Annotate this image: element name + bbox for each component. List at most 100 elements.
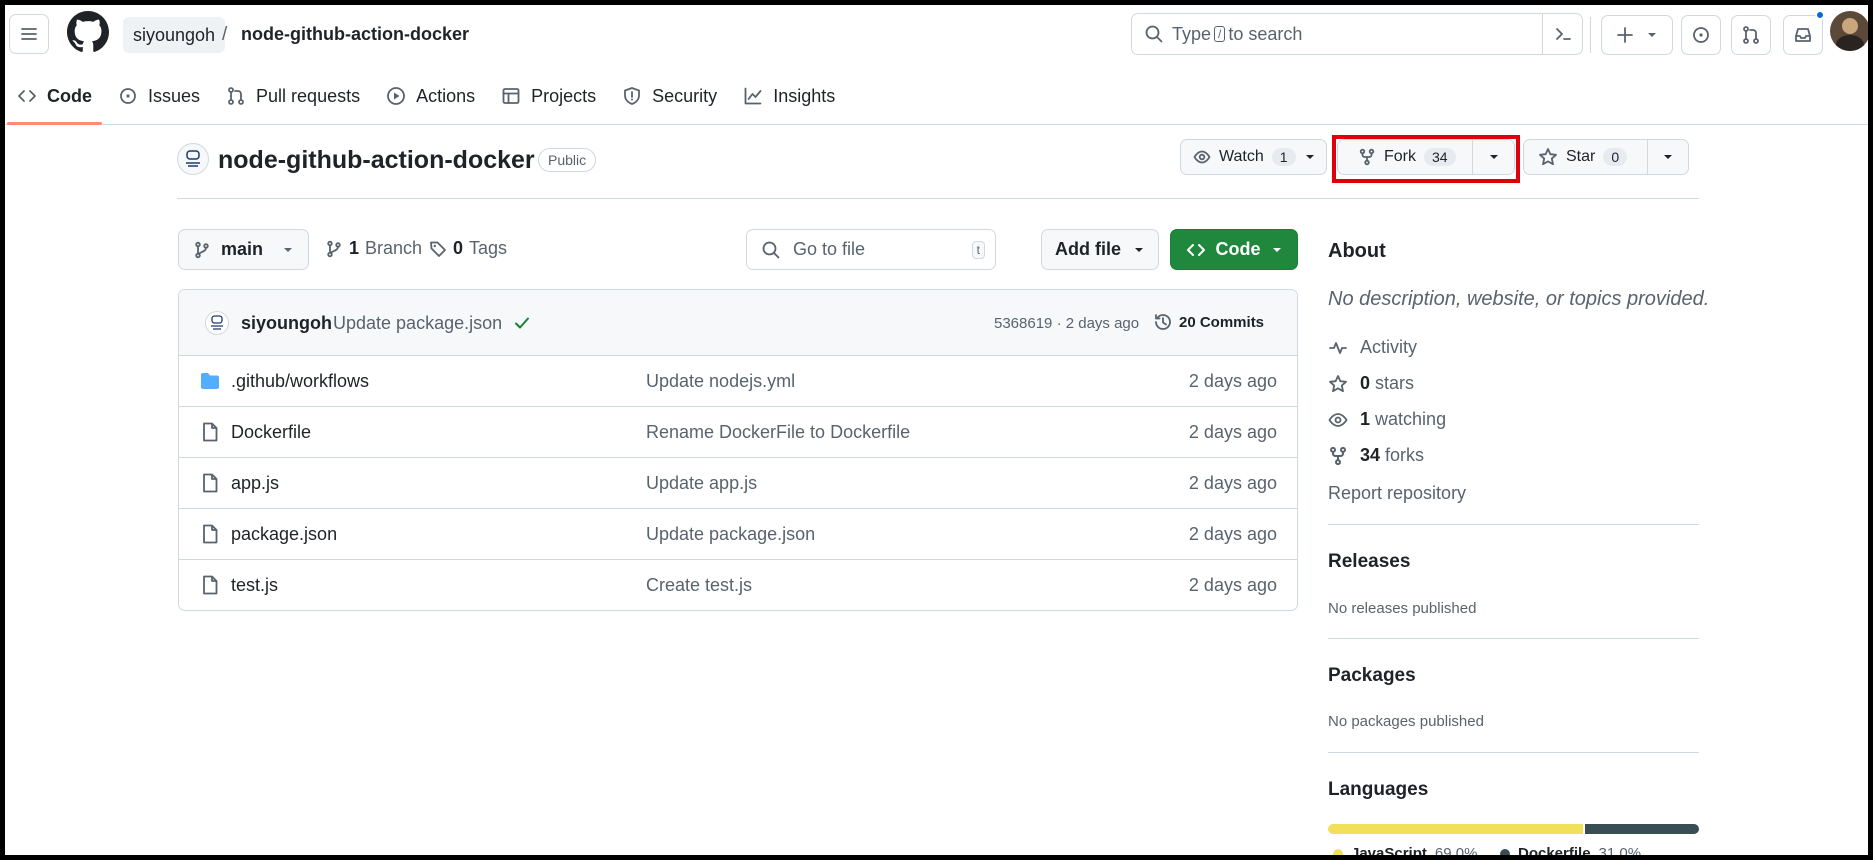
commit-message[interactable]: Update package.json — [333, 313, 502, 334]
star-icon — [1329, 374, 1347, 392]
file-date: 2 days ago — [1188, 524, 1277, 544]
releases-heading[interactable]: Releases — [1328, 551, 1699, 573]
file-commit-message[interactable]: Update app.js — [646, 473, 757, 494]
star-button[interactable]: Star 0 — [1523, 139, 1689, 175]
language-percent: 31.0% — [1598, 845, 1642, 860]
breadcrumb-owner[interactable]: siyoungoh — [123, 17, 226, 53]
report-repository-link[interactable]: Report repository — [1328, 483, 1466, 504]
file-commit-message[interactable]: Update nodejs.yml — [646, 371, 795, 392]
inbox-button[interactable] — [1783, 15, 1823, 55]
command-palette-button[interactable] — [1542, 14, 1582, 54]
code-dropdown-button[interactable]: Code — [1170, 229, 1298, 270]
repo-owner-avatar[interactable] — [177, 143, 209, 175]
repo-title[interactable]: node-github-action-docker — [218, 146, 535, 175]
menu-button[interactable] — [9, 14, 49, 54]
forks-link[interactable]: 34 forks — [1328, 445, 1424, 466]
language-name: JavaScript — [1351, 845, 1427, 860]
sidebar-divider — [1328, 752, 1699, 753]
tab-insights[interactable]: Insights — [731, 67, 847, 125]
packages-heading[interactable]: Packages — [1328, 665, 1699, 687]
file-commit-message[interactable]: Create test.js — [646, 575, 752, 596]
languages-heading: Languages — [1328, 779, 1429, 800]
star-main[interactable]: Star 0 — [1524, 140, 1647, 174]
add-file-button[interactable]: Add file — [1041, 229, 1159, 270]
language-name: Dockerfile — [1518, 845, 1591, 860]
go-to-file-shortcut: t — [971, 241, 985, 259]
tab-pull-requests[interactable]: Pull requests — [214, 67, 372, 125]
create-new-button[interactable] — [1601, 15, 1673, 55]
commit-author-avatar[interactable] — [205, 311, 229, 335]
tab-issues[interactable]: Issues — [106, 67, 212, 125]
branch-selector[interactable]: main — [178, 229, 309, 270]
watch-button[interactable]: Watch 1 — [1180, 139, 1327, 175]
tab-code-label: Code — [47, 85, 92, 106]
file-row[interactable]: .github/workflows Update nodejs.yml 2 da… — [179, 356, 1297, 407]
tag-icon — [430, 241, 446, 257]
owner-logo-icon — [211, 315, 223, 330]
language-legend-dockerfile[interactable]: Dockerfile 31.0% — [1500, 845, 1641, 860]
tab-insights-label: Insights — [773, 85, 836, 106]
pull-requests-button[interactable] — [1731, 15, 1771, 55]
play-icon — [387, 87, 405, 105]
tab-actions[interactable]: Actions — [374, 67, 487, 125]
folder-icon — [201, 373, 219, 389]
file-commit-message[interactable]: Rename DockerFile to Dockerfile — [646, 422, 910, 443]
file-name[interactable]: app.js — [231, 473, 279, 494]
tab-issues-label: Issues — [148, 85, 201, 106]
file-name[interactable]: Dockerfile — [231, 422, 311, 443]
commit-author[interactable]: siyoungoh — [241, 313, 332, 334]
breadcrumb-repo[interactable]: node-github-action-docker — [241, 24, 469, 45]
triangle-down-icon — [1648, 33, 1656, 37]
language-bar — [1328, 824, 1699, 834]
graph-icon — [744, 87, 762, 105]
file-row[interactable]: test.js Create test.js 2 days ago — [179, 560, 1297, 610]
file-row[interactable]: app.js Update app.js 2 days ago — [179, 458, 1297, 509]
file-name[interactable]: test.js — [231, 575, 278, 596]
watch-label: Watch — [1219, 148, 1264, 165]
code-button-label: Code — [1215, 239, 1261, 259]
tab-security-label: Security — [652, 85, 718, 106]
go-to-file-placeholder: Go to file — [793, 239, 866, 259]
issues-button[interactable] — [1681, 15, 1721, 55]
tab-projects[interactable]: Projects — [489, 67, 608, 125]
user-avatar[interactable] — [1830, 11, 1870, 51]
github-logo[interactable] — [67, 11, 109, 53]
activity-link[interactable]: Activity — [1328, 337, 1417, 358]
file-commit-message[interactable]: Update package.json — [646, 524, 815, 545]
file-row[interactable]: Dockerfile Rename DockerFile to Dockerfi… — [179, 407, 1297, 458]
tab-code[interactable]: Code — [5, 67, 104, 125]
star-dropdown[interactable] — [1647, 140, 1688, 174]
latest-commit-bar: siyoungoh Update package.json 5368619 · … — [179, 290, 1297, 356]
file-name[interactable]: .github/workflows — [231, 371, 369, 392]
language-legend-javascript[interactable]: JavaScript 69.0% — [1333, 845, 1477, 860]
fork-highlight-box — [1332, 135, 1520, 183]
star-icon — [1539, 148, 1557, 166]
watching-link[interactable]: 1 watching — [1328, 409, 1446, 430]
branches-link[interactable]: 1 Branch — [325, 238, 422, 259]
file-browser: siyoungoh Update package.json 5368619 · … — [178, 289, 1298, 611]
commits-link[interactable]: 20 Commits — [1153, 312, 1264, 332]
fork-icon — [1330, 446, 1346, 465]
tags-link[interactable]: 0 Tags — [429, 238, 507, 259]
commit-hash-date[interactable]: 5368619 · 2 days ago — [994, 315, 1139, 332]
tab-security[interactable]: Security — [610, 67, 729, 125]
pull-request-icon — [228, 87, 244, 105]
file-date: 2 days ago — [1188, 473, 1277, 493]
triangle-down-icon — [284, 247, 292, 252]
go-to-file-input[interactable]: Go to file t — [746, 229, 996, 270]
table-icon — [502, 88, 520, 104]
language-bar-javascript — [1328, 824, 1583, 834]
watching-label: watching — [1375, 409, 1447, 429]
avatar-face — [1842, 18, 1858, 34]
file-row[interactable]: package.json Update package.json 2 days … — [179, 509, 1297, 560]
branch-name: main — [221, 239, 264, 259]
github-logo-icon — [67, 11, 109, 52]
check-icon[interactable] — [513, 314, 531, 332]
file-date: 2 days ago — [1188, 371, 1277, 391]
watch-main[interactable]: Watch 1 — [1181, 140, 1304, 174]
stars-link[interactable]: 0 stars — [1328, 373, 1414, 394]
search-prefix: Type — [1172, 23, 1212, 44]
shield-icon — [624, 87, 641, 105]
global-search[interactable]: Type / to search — [1131, 13, 1583, 55]
file-name[interactable]: package.json — [231, 524, 337, 545]
